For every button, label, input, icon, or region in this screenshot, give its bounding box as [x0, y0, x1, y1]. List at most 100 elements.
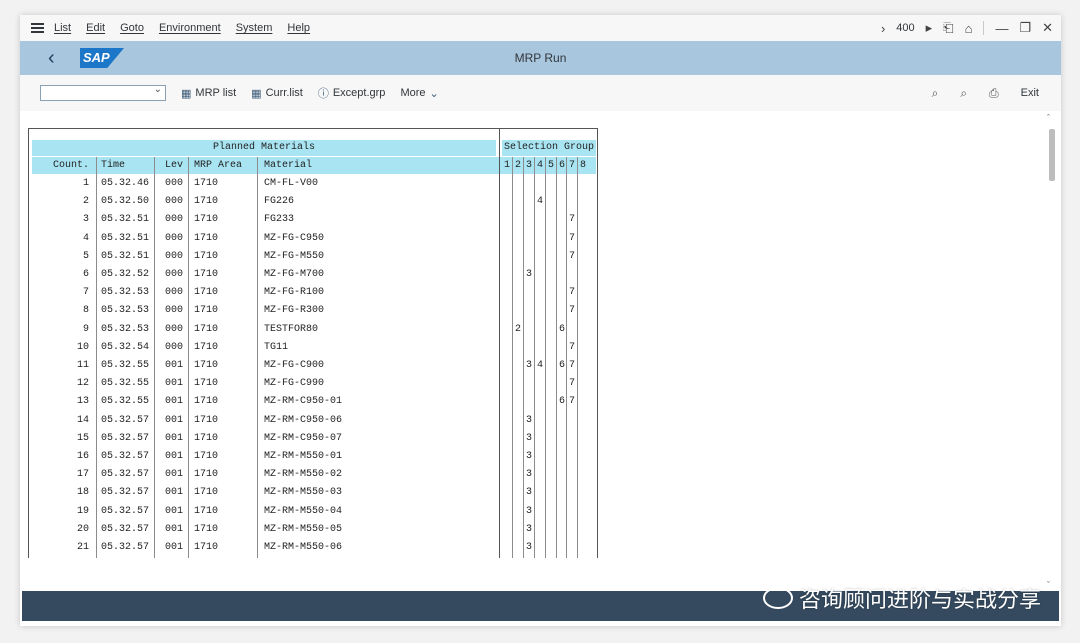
command-field[interactable]: ⌄ — [40, 84, 166, 101]
cell-group-5 — [546, 539, 556, 556]
except-grp-button[interactable]: ⓘ Except.grp — [318, 85, 386, 101]
table-row[interactable]: 17 05.32.57 001 1710 MZ-RM-M550-02 3 — [32, 466, 596, 484]
table-row[interactable]: 21 05.32.57 001 1710 MZ-RM-M550-06 3 — [32, 539, 596, 557]
cell-group-1 — [502, 430, 512, 447]
column-header-group-8[interactable]: 8 — [578, 157, 588, 174]
cell-group-5 — [546, 430, 556, 447]
chevron-down-icon: ⌄ — [429, 86, 439, 100]
cell-group-1 — [502, 357, 512, 374]
vertical-scrollbar[interactable]: ˆ ˇ — [1047, 111, 1057, 590]
unlock-icon[interactable]: ⌂ — [965, 21, 973, 36]
cell-group-2 — [513, 302, 523, 319]
search-icon[interactable]: ⌕ — [932, 86, 939, 101]
cell-group-4 — [535, 393, 545, 410]
column-header-group-7[interactable]: 7 — [567, 157, 577, 174]
table-row[interactable]: 12 05.32.55 001 1710 MZ-FG-C990 7 — [32, 375, 596, 393]
column-header-count[interactable]: Count. — [32, 157, 91, 174]
table-row[interactable]: 18 05.32.57 001 1710 MZ-RM-M550-03 3 — [32, 484, 596, 502]
table-row[interactable]: 6 05.32.52 000 1710 MZ-FG-M700 3 — [32, 266, 596, 284]
column-header-material[interactable]: Material — [264, 157, 494, 174]
mrp-list-button[interactable]: ▦ MRP list — [181, 87, 236, 100]
scroll-up-icon[interactable]: ˆ — [1047, 113, 1050, 123]
table-row[interactable]: 1 05.32.46 000 1710 CM-FL-V00 — [32, 175, 596, 193]
cell-group-4 — [535, 266, 545, 283]
cell-group-5 — [546, 339, 556, 356]
more-button[interactable]: More ⌄ — [400, 87, 438, 100]
chevron-right-icon[interactable]: › — [881, 21, 885, 36]
column-header-group-3[interactable]: 3 — [524, 157, 534, 174]
cell-group-7 — [567, 175, 577, 192]
cell-group-8 — [578, 448, 588, 465]
cell-time: 05.32.57 — [101, 432, 150, 444]
minimize-icon[interactable]: — — [995, 21, 1008, 36]
cell-group-3 — [524, 175, 534, 192]
cell-mrp-area: 1710 — [194, 360, 219, 371]
chevron-down-icon[interactable]: ⌄ — [154, 84, 162, 95]
cell-lev: 001 — [164, 469, 183, 481]
table-row[interactable]: 15 05.32.57 001 1710 MZ-RM-C950-07 3 — [32, 430, 596, 448]
menu-edit[interactable]: Edit — [86, 22, 105, 34]
table-row[interactable]: 20 05.32.57 001 1710 MZ-RM-M550-05 3 — [32, 521, 596, 539]
table-row[interactable]: 9 05.32.53 000 1710 TESTFOR80 2 6 — [32, 321, 596, 339]
menu-goto[interactable]: Goto — [120, 22, 144, 34]
curr-list-button[interactable]: ▦ Curr.list — [251, 87, 303, 100]
table-row[interactable]: 19 05.32.57 001 1710 MZ-RM-M550-04 3 — [32, 503, 596, 521]
close-icon[interactable]: ✕ — [1042, 20, 1053, 36]
cell-group-6 — [557, 521, 567, 538]
cell-group-5 — [546, 412, 556, 429]
cell-group-6 — [557, 539, 567, 556]
table-row[interactable]: 14 05.32.57 001 1710 MZ-RM-C950-06 3 — [32, 412, 596, 430]
restore-icon[interactable]: ❐ — [1019, 20, 1031, 36]
exit-button[interactable]: Exit — [1021, 87, 1039, 99]
menu-system[interactable]: System — [236, 22, 273, 34]
print-icon[interactable]: ⎙ — [989, 86, 999, 101]
cell-lev: 001 — [164, 414, 183, 426]
table-row[interactable]: 4 05.32.51 000 1710 MZ-FG-C950 7 — [32, 230, 596, 248]
cell-group-8 — [578, 430, 588, 447]
table-row[interactable]: 16 05.32.57 001 1710 MZ-RM-M550-01 3 — [32, 448, 596, 466]
column-header-group-6[interactable]: 6 — [557, 157, 567, 174]
menu-environment[interactable]: Environment — [159, 22, 221, 34]
cell-mrp-area: 1710 — [194, 414, 219, 426]
scroll-down-icon[interactable]: ˇ — [1047, 580, 1050, 590]
column-header-group-2[interactable]: 2 — [513, 157, 523, 174]
cell-group-2 — [513, 375, 523, 392]
cell-group-6 — [557, 266, 567, 283]
layout-icon[interactable]: ⎗ — [943, 20, 953, 36]
scroll-thumb[interactable] — [1049, 129, 1055, 181]
column-header-time[interactable]: Time — [101, 157, 156, 174]
table-row[interactable]: 3 05.32.51 000 1710 FG233 7 — [32, 211, 596, 229]
cell-mrp-area: 1710 — [194, 396, 219, 408]
play-icon[interactable]: ▸ — [926, 20, 933, 36]
cell-group-1 — [502, 266, 512, 283]
table-row[interactable]: 7 05.32.53 000 1710 MZ-FG-R100 7 — [32, 284, 596, 302]
table-row[interactable]: 5 05.32.51 000 1710 MZ-FG-M550 7 — [32, 248, 596, 266]
table-row[interactable]: 8 05.32.53 000 1710 MZ-FG-R300 7 — [32, 302, 596, 320]
column-header-group-5[interactable]: 5 — [546, 157, 556, 174]
column-header-group-1[interactable]: 1 — [502, 157, 512, 174]
cell-group-7 — [567, 412, 577, 429]
cell-group-7: 7 — [568, 232, 575, 244]
table-row[interactable]: 13 05.32.55 001 1710 MZ-RM-C950-01 6 7 — [32, 393, 596, 411]
cell-time: 05.32.53 — [101, 323, 150, 335]
cell-lev: 000 — [164, 341, 183, 353]
cell-group-4 — [535, 339, 545, 356]
menu-help[interactable]: Help — [287, 22, 310, 34]
table-row[interactable]: 11 05.32.55 001 1710 MZ-FG-C900 3 4 6 7 — [32, 357, 596, 375]
cell-time: 05.32.55 — [101, 360, 150, 371]
menu-list[interactable]: List — [54, 22, 71, 34]
column-header-group-4[interactable]: 4 — [535, 157, 545, 174]
cell-material: MZ-RM-C950-07 — [264, 432, 343, 444]
cell-group-8 — [578, 393, 588, 410]
search-next-icon[interactable]: ⌕ — [960, 86, 967, 101]
cell-group-1 — [502, 248, 512, 265]
column-header-mrp-area[interactable]: MRP Area — [194, 157, 254, 174]
table-row[interactable]: 10 05.32.54 000 1710 TG11 7 — [32, 339, 596, 357]
column-header-lev[interactable]: Lev — [159, 157, 189, 174]
cell-group-5 — [546, 393, 556, 410]
cell-material: MZ-FG-M700 — [264, 269, 325, 280]
cell-lev: 000 — [164, 305, 183, 317]
cell-group-6 — [557, 484, 567, 501]
menu-icon[interactable] — [20, 15, 54, 41]
table-row[interactable]: 2 05.32.50 000 1710 FG226 4 — [32, 193, 596, 211]
